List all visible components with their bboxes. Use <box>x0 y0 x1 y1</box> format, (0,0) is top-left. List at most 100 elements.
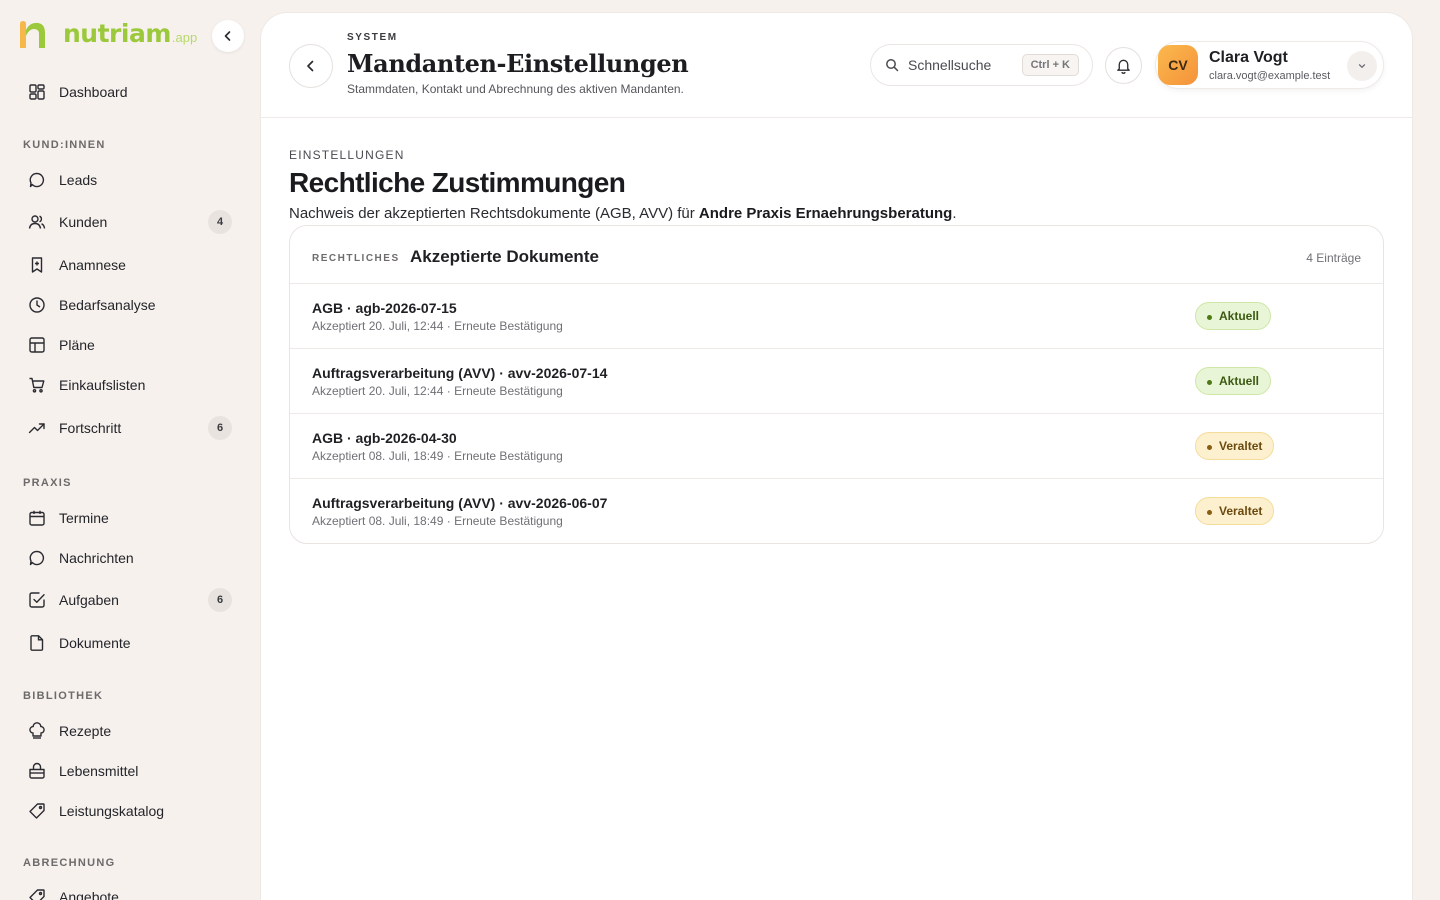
status-badge: Aktuell <box>1195 367 1272 395</box>
sidebar-item-label: Lebensmittel <box>59 763 139 779</box>
calendar-icon <box>28 509 46 527</box>
count-badge: 6 <box>208 416 232 440</box>
count-badge: 4 <box>208 210 232 234</box>
back-button[interactable] <box>289 44 333 88</box>
sidebar-item-label: Kunden <box>59 214 108 230</box>
status-badge: Veraltet <box>1195 497 1275 525</box>
document-meta: Akzeptiert 20. Juli, 12:44 · Erneute Bes… <box>312 319 563 333</box>
document-meta: Akzeptiert 08. Juli, 18:49 · Erneute Bes… <box>312 514 563 528</box>
status-badge: Aktuell <box>1195 302 1272 330</box>
sidebar-item-einkaufslisten[interactable]: Einkaufslisten <box>28 373 232 397</box>
sidebar-item-bedarfsanalyse[interactable]: Bedarfsanalyse <box>28 293 232 317</box>
list-item: AGB · agb-2026-04-30 Akzeptiert 08. Juli… <box>290 414 1383 479</box>
section-label-kunden: KUND:INNEN <box>23 139 106 151</box>
users-icon <box>28 213 46 231</box>
search-label: Schnellsuche <box>908 57 992 73</box>
brand-suffix: .app <box>171 30 198 45</box>
section-title: Rechtliche Zustimmungen <box>289 167 626 198</box>
search-shortcut: Ctrl + K <box>1021 54 1079 76</box>
bell-icon <box>1117 59 1130 74</box>
sidebar-item-label: Pläne <box>59 337 95 353</box>
sidebar-item-label: Termine <box>59 510 109 526</box>
user-email: clara.vogt@example.test <box>1209 70 1331 82</box>
sidebar-item-nachrichten[interactable]: Nachrichten <box>28 546 232 570</box>
sidebar-item-label: Einkaufslisten <box>59 377 146 393</box>
page-subtitle: Stammdaten, Kontakt und Abrechnung des a… <box>347 82 684 96</box>
document-title: Auftragsverarbeitung (AVV) · avv-2026-07… <box>312 365 608 381</box>
user-menu-toggle[interactable] <box>1347 51 1377 81</box>
section-label-abrechnung: ABRECHNUNG <box>23 857 116 869</box>
description-text: Nachweis der akzeptierten Rechtsdokument… <box>289 205 699 222</box>
sidebar-item-label: Rezepte <box>59 723 112 739</box>
sidebar-item-lebensmittel[interactable]: Lebensmittel <box>28 759 232 783</box>
sidebar-item-label: Anamnese <box>59 257 126 273</box>
page-header: SYSTEM Mandanten-Einstellungen Stammdate… <box>261 13 1412 118</box>
page-kicker: SYSTEM <box>347 32 398 43</box>
accepted-documents-card: RECHTLICHES Akzeptierte Dokumente 4 Eint… <box>289 225 1384 544</box>
organization-name: Andre Praxis Ernaehrungsberatung <box>698 205 953 222</box>
shopping-cart-icon <box>28 376 46 394</box>
sidebar-item-rezepte[interactable]: Rezepte <box>28 719 232 743</box>
sidebar-item-label: Leistungskatalog <box>59 803 165 819</box>
section-description: Nachweis der akzeptierten Rechtsdokument… <box>289 205 957 222</box>
sidebar-item-label: Fortschritt <box>59 420 122 436</box>
description-end: . <box>952 205 957 222</box>
table-icon <box>28 336 46 354</box>
sidebar-item-fortschritt[interactable]: Fortschritt 6 <box>28 416 232 440</box>
sidebar-item-label: Bedarfsanalyse <box>59 297 156 313</box>
sidebar-item-leads[interactable]: Leads <box>28 168 232 192</box>
main-panel: SYSTEM Mandanten-Einstellungen Stammdate… <box>261 13 1412 900</box>
search-icon <box>886 59 899 72</box>
card-kicker: RECHTLICHES <box>312 253 400 264</box>
sidebar-item-kunden[interactable]: Kunden 4 <box>28 210 232 234</box>
section-kicker: EINSTELLUNGEN <box>289 148 405 162</box>
sidebar-item-leistungskatalog[interactable]: Leistungskatalog <box>28 799 232 823</box>
sidebar-item-dashboard[interactable]: Dashboard <box>28 80 232 104</box>
list-item: Auftragsverarbeitung (AVV) · avv-2026-07… <box>290 349 1383 414</box>
list-item: AGB · agb-2026-07-15 Akzeptiert 20. Juli… <box>290 284 1383 349</box>
sidebar-item-dokumente[interactable]: Dokumente <box>28 631 232 655</box>
document-meta: Akzeptiert 08. Juli, 18:49 · Erneute Bes… <box>312 449 563 463</box>
sidebar-item-label: Nachrichten <box>59 550 134 566</box>
chat-bubble-icon <box>28 171 46 189</box>
card-header: RECHTLICHES Akzeptierte Dokumente 4 Eint… <box>290 226 1383 284</box>
entry-count: 4 Einträge <box>1306 251 1361 265</box>
brand-name: nutriam <box>63 19 171 48</box>
document-title: AGB · agb-2026-04-30 <box>312 430 457 446</box>
chef-hat-icon <box>28 722 46 740</box>
sidebar-item-anamnese[interactable]: Anamnese <box>28 253 232 277</box>
sidebar-item-angebote[interactable]: Angebote <box>28 885 232 900</box>
sidebar: nutriam .app Dashboard KUND:INNEN Leads … <box>0 0 260 900</box>
sidebar-item-aufgaben[interactable]: Aufgaben 6 <box>28 588 232 612</box>
document-title: AGB · agb-2026-07-15 <box>312 300 457 316</box>
notifications-button[interactable] <box>1105 47 1142 84</box>
count-badge: 6 <box>208 588 232 612</box>
collapse-sidebar-button[interactable] <box>212 20 244 52</box>
bookmark-icon <box>28 256 46 274</box>
quick-search[interactable]: Schnellsuche Ctrl + K <box>870 44 1093 86</box>
sidebar-item-termine[interactable]: Termine <box>28 506 232 530</box>
card-title: Akzeptierte Dokumente <box>410 247 599 266</box>
tag-icon <box>28 888 46 900</box>
user-menu[interactable]: CV Clara Vogt clara.vogt@example.test <box>1155 41 1384 89</box>
checkbox-icon <box>28 591 46 609</box>
tag-icon <box>28 802 46 820</box>
document-title: Auftragsverarbeitung (AVV) · avv-2026-06… <box>312 495 608 511</box>
avatar: CV <box>1158 45 1198 85</box>
sidebar-item-label: Leads <box>59 172 98 188</box>
clock-icon <box>28 296 46 314</box>
shopping-basket-icon <box>28 762 46 780</box>
list-item: Auftragsverarbeitung (AVV) · avv-2026-06… <box>290 479 1383 543</box>
message-icon <box>28 549 46 567</box>
sidebar-item-plaene[interactable]: Pläne <box>28 333 232 357</box>
sidebar-item-label: Aufgaben <box>59 592 119 608</box>
logo-mark-icon <box>17 20 47 48</box>
sidebar-item-label: Angebote <box>59 889 119 900</box>
document-meta: Akzeptiert 20. Juli, 12:44 · Erneute Bes… <box>312 384 563 398</box>
section-label-bibliothek: BIBLIOTHEK <box>23 690 104 702</box>
dashboard-icon <box>28 83 46 101</box>
sidebar-item-label: Dokumente <box>59 635 131 651</box>
status-badge: Veraltet <box>1195 432 1275 460</box>
chevron-left-icon <box>307 60 314 72</box>
brand-logo[interactable]: nutriam .app <box>17 20 197 48</box>
